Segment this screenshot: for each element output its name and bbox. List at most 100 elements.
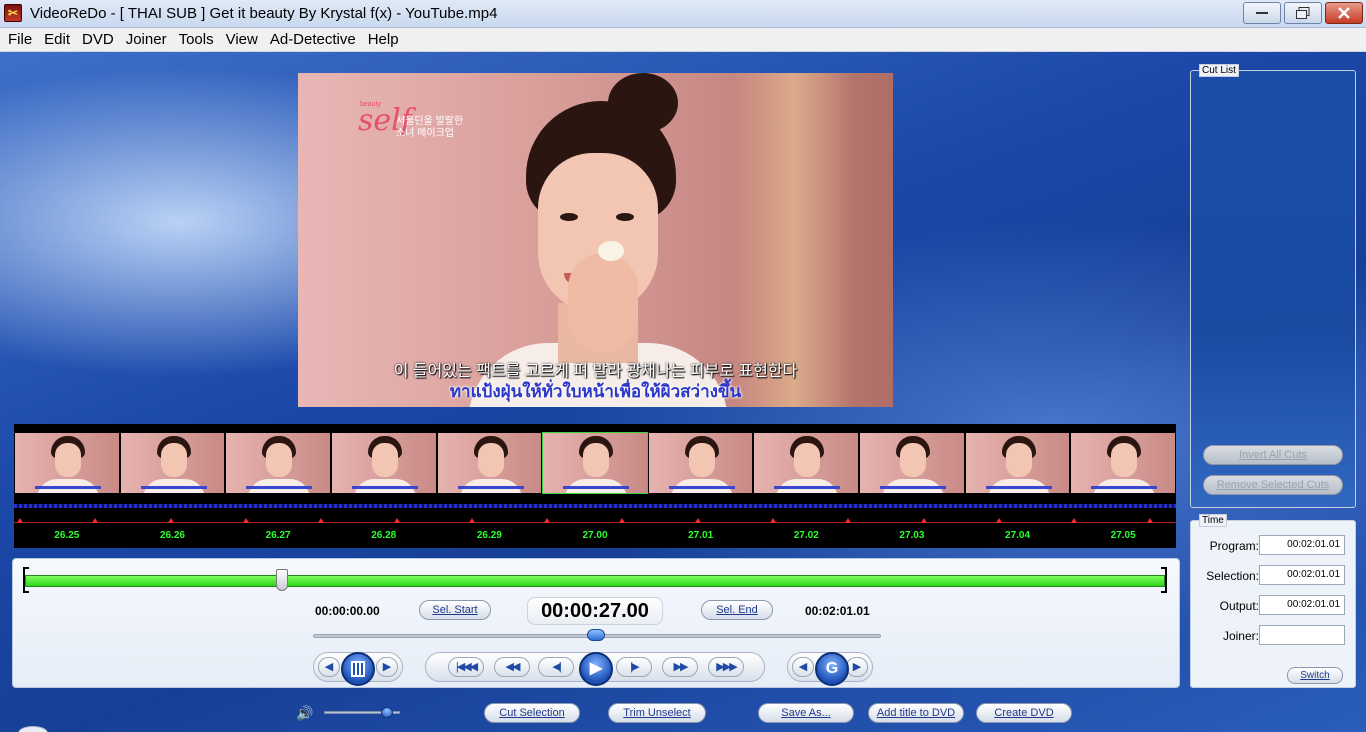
- step-back-button[interactable]: ◀|: [538, 657, 574, 677]
- marker-tick: [544, 518, 551, 523]
- selection-start-bracket[interactable]: [23, 567, 29, 593]
- menu-tools[interactable]: Tools: [173, 28, 220, 52]
- marker-tick: [1071, 518, 1078, 523]
- thumbnail-frame[interactable]: [225, 432, 331, 494]
- marker-tick: [619, 518, 626, 523]
- cut-list-legend: Cut List: [1199, 64, 1239, 77]
- minimize-icon: [1256, 12, 1268, 14]
- position-bar[interactable]: [25, 575, 1165, 587]
- menu-bar: File Edit DVD Joiner Tools View Ad-Detec…: [0, 28, 1366, 52]
- home-button[interactable]: |◀◀◀: [448, 657, 484, 677]
- timeline-label: 26.25: [54, 530, 80, 541]
- marker-tick: [845, 518, 852, 523]
- thumbnail-frame[interactable]: [542, 432, 648, 494]
- prev-mark-button[interactable]: ◀: [318, 657, 340, 677]
- add-title-to-dvd-button[interactable]: Add title to DVD: [868, 703, 964, 723]
- cut-selection-button[interactable]: Cut Selection: [484, 703, 580, 723]
- prev-goto-button[interactable]: ◀: [792, 657, 814, 677]
- marker-tick: [92, 518, 99, 523]
- videoredo-app-icon[interactable]: ✂: [4, 4, 22, 22]
- thumbnail-frame[interactable]: [753, 432, 859, 494]
- subtitle-thai: ทาแป้งฝุ่นให้ทั่วใบหน้าเพื่อให้ผิวสว่างข…: [449, 382, 742, 401]
- thumbnail-frame[interactable]: [647, 432, 754, 494]
- close-button[interactable]: [1325, 2, 1363, 24]
- end-time: 00:02:01.01: [805, 604, 870, 618]
- step-forward-button[interactable]: |▶: [616, 657, 652, 677]
- joiner-field[interactable]: [1259, 625, 1345, 645]
- marker-tick: [1146, 518, 1153, 523]
- menu-file[interactable]: File: [2, 28, 38, 52]
- timeline-label: 26.29: [476, 530, 502, 541]
- sel-start-button[interactable]: Sel. Start: [419, 600, 491, 620]
- marker-tick: [995, 518, 1002, 523]
- playback-controls-panel: 00:00:00.00 Sel. Start 00:00:27.00 Sel. …: [12, 558, 1180, 688]
- output-field[interactable]: 00:02:01.01: [1259, 595, 1345, 615]
- marker-tick: [242, 518, 249, 523]
- jog-slider-thumb[interactable]: [587, 629, 605, 641]
- thumbnail-frame[interactable]: [859, 432, 965, 494]
- title-bar: ✂ VideoReDo - [ THAI SUB ] Get it beauty…: [0, 0, 1366, 28]
- minimize-button[interactable]: [1243, 2, 1281, 24]
- marker-tick: [770, 518, 776, 523]
- invert-all-cuts-button[interactable]: Invert All Cuts: [1203, 445, 1343, 465]
- rewind-button[interactable]: ◀◀: [494, 657, 530, 677]
- film-icon: [351, 661, 365, 677]
- timeline-label: 27.00: [582, 530, 608, 541]
- timeline-label: 27.05: [1110, 530, 1136, 541]
- video-logo: beauty self 서울딘올 발랄한 소녀 메이크업: [358, 101, 464, 139]
- selection-end-bracket[interactable]: [1161, 567, 1167, 593]
- program-label: Program:: [1209, 539, 1259, 553]
- filmstrip-timeline[interactable]: 26.25 26.26 26.27 26.28 26.29 27.00 27.01 27.02…: [14, 424, 1176, 548]
- selection-field[interactable]: 00:02:01.01: [1259, 565, 1345, 585]
- fast-forward-button[interactable]: ▶▶: [662, 657, 698, 677]
- video-preview[interactable]: beauty self 서울딘올 발랄한 소녀 메이크업 이 들어있는 팩트를 …: [298, 73, 893, 407]
- next-goto-button[interactable]: ▶: [846, 657, 868, 677]
- menu-dvd[interactable]: DVD: [76, 28, 120, 52]
- menu-joiner[interactable]: Joiner: [120, 28, 173, 52]
- thumbnail-frame[interactable]: [119, 432, 226, 494]
- next-mark-button[interactable]: ▶: [376, 657, 398, 677]
- cut-list-panel[interactable]: Cut List Invert All Cuts Remove Selected…: [1190, 64, 1356, 508]
- output-label: Output:: [1219, 599, 1259, 613]
- time-panel: Time Program: 00:02:01.01 Selection: 00:…: [1190, 514, 1356, 688]
- menu-edit[interactable]: Edit: [38, 28, 76, 52]
- audio-waveform: [14, 504, 1176, 508]
- switch-button[interactable]: Switch: [1287, 667, 1343, 684]
- marker-tick: [468, 518, 475, 523]
- marker-tick: [694, 518, 701, 523]
- thumbnail-frame[interactable]: [436, 432, 543, 494]
- timeline-label: 27.01: [688, 530, 714, 541]
- start-time: 00:00:00.00: [315, 604, 380, 618]
- joiner-label: Joiner:: [1222, 629, 1259, 643]
- window-title: VideoReDo - [ THAI SUB ] Get it beauty B…: [30, 5, 498, 22]
- thumbnail-strip[interactable]: [14, 432, 1176, 494]
- sel-end-button[interactable]: Sel. End: [701, 600, 773, 620]
- restore-button[interactable]: [1284, 2, 1322, 24]
- timeline-label: 26.28: [371, 530, 397, 541]
- timeline-label: 27.03: [899, 530, 925, 541]
- time-legend: Time: [1199, 514, 1227, 527]
- volume-icon[interactable]: 🔊: [296, 705, 313, 722]
- menu-view[interactable]: View: [220, 28, 264, 52]
- thumbnail-frame[interactable]: [1070, 432, 1176, 494]
- remove-selected-cuts-button[interactable]: Remove Selected Cuts: [1203, 475, 1343, 495]
- thumbnail-frame[interactable]: [330, 432, 437, 494]
- goto-button[interactable]: G: [815, 652, 849, 686]
- thumbnail-frame[interactable]: [964, 432, 1071, 494]
- thumbnail-frame[interactable]: [14, 432, 120, 494]
- end-button[interactable]: ▶▶▶: [708, 657, 744, 677]
- program-field[interactable]: 00:02:01.01: [1259, 535, 1345, 555]
- save-as-button[interactable]: Save As...: [758, 703, 854, 723]
- filmstrip-mode-button[interactable]: [341, 652, 375, 686]
- current-time-display: 00:00:27.00: [527, 597, 663, 625]
- create-dvd-button[interactable]: Create DVD: [976, 703, 1072, 723]
- timeline-label: 26.26: [159, 530, 185, 541]
- play-button[interactable]: ▶: [579, 652, 613, 686]
- menu-help[interactable]: Help: [362, 28, 405, 52]
- volume-slider-thumb[interactable]: [381, 707, 393, 718]
- trim-unselect-button[interactable]: Trim Unselect: [608, 703, 706, 723]
- marker-tick: [393, 518, 400, 523]
- menu-ad-detective[interactable]: Ad-Detective: [264, 28, 362, 52]
- position-slider-thumb[interactable]: [275, 569, 288, 591]
- timeline-label: 26.27: [265, 530, 291, 541]
